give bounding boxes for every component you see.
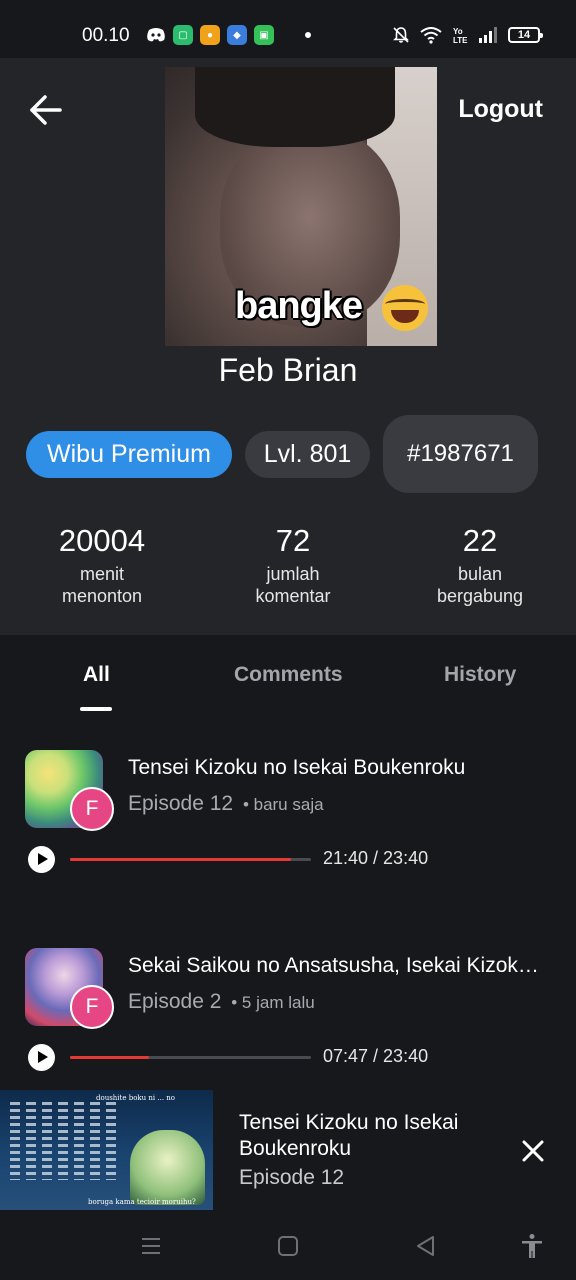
user-badge: F: [70, 985, 114, 1029]
back-icon[interactable]: [412, 1232, 440, 1260]
active-tab-indicator: [80, 707, 112, 711]
stat-comments: 72 jumlah komentar: [203, 523, 383, 607]
notification-icons: ▢ ● ◆ ▣: [146, 25, 311, 45]
tab-history[interactable]: History: [444, 663, 516, 687]
accessibility-icon[interactable]: [518, 1232, 546, 1260]
stat-label: bulan bergabung: [436, 564, 524, 606]
thumbnail-subtitle-top: doushite boku ni ... no: [96, 1094, 175, 1102]
thumbnail-subtitle-bottom: boruga kama tecioir moruihu?: [88, 1198, 196, 1206]
stat-value: 72: [275, 523, 311, 558]
stat-label: jumlah komentar: [255, 564, 331, 606]
app-green2-icon: ▣: [254, 25, 274, 45]
signal-icon: [479, 27, 497, 43]
time-ago: • baru saja: [242, 795, 324, 814]
tab-comments[interactable]: Comments: [234, 663, 343, 687]
progress-bar[interactable]: [70, 1056, 311, 1059]
battery-icon: 14: [508, 27, 543, 43]
episode-label: Episode 2: [128, 990, 222, 1013]
wifi-icon: [420, 26, 442, 44]
close-icon[interactable]: [516, 1134, 550, 1168]
status-bar: 00.10 ▢ ● ◆ ▣ Yo LTE 14: [0, 0, 576, 58]
episode-meta: Episode 12 • baru saja: [128, 792, 324, 816]
mini-player-thumbnail[interactable]: doushite boku ni ... no boruga kama teci…: [0, 1090, 213, 1210]
svg-text:Yo: Yo: [453, 27, 463, 36]
app-green-icon: ▢: [173, 25, 193, 45]
progress-bar[interactable]: [70, 858, 311, 861]
recent-apps-icon[interactable]: [137, 1232, 165, 1260]
back-arrow-icon[interactable]: [26, 90, 66, 130]
episode-label: Episode 12: [128, 792, 234, 815]
play-icon[interactable]: [28, 1044, 55, 1071]
stat-minutes-watched: 20004 menit menonton: [12, 523, 192, 607]
profile-name: Feb Brian: [218, 352, 358, 388]
stat-value: 20004: [58, 523, 146, 558]
user-id-badge: #1987671: [383, 415, 538, 493]
app-orange-icon: ●: [200, 25, 220, 45]
app-blue-icon: ◆: [227, 25, 247, 45]
list-item[interactable]: F Sekai Saikou no Ansatsusha, Isekai Kiz…: [0, 948, 576, 1088]
avatar-caption: bangke: [235, 285, 363, 327]
svg-text:LTE: LTE: [453, 36, 468, 45]
profile-header: Logout bangke Feb Brian Wibu Premium Lvl…: [0, 58, 576, 635]
time-ago: • 5 jam lalu: [231, 993, 315, 1012]
episode-meta: Episode 2 • 5 jam lalu: [128, 990, 315, 1014]
profile-tabs: All Comments History: [0, 635, 576, 711]
stat-label: menit menonton: [61, 564, 143, 606]
mute-bell-icon: [393, 27, 409, 43]
system-icons: Yo LTE 14: [392, 25, 543, 45]
more-notifications-dot: [305, 32, 311, 38]
mini-player-title: Tensei Kizoku no Isekai Boukenroku: [239, 1111, 459, 1160]
list-item[interactable]: F Tensei Kizoku no Isekai Boukenroku Epi…: [0, 750, 576, 890]
volte-icon: YoLTE: [453, 27, 468, 45]
anime-title: Tensei Kizoku no Isekai Boukenroku: [128, 756, 466, 779]
progress-time: 21:40 / 23:40: [323, 848, 429, 868]
mini-player[interactable]: doushite boku ni ... no boruga kama teci…: [0, 1090, 576, 1210]
tab-all[interactable]: All: [83, 663, 110, 687]
logout-button[interactable]: Logout: [458, 95, 543, 124]
progress-time: 07:47 / 23:40: [323, 1046, 429, 1066]
play-icon[interactable]: [28, 846, 55, 873]
stat-value: 22: [462, 523, 498, 558]
stat-months-joined: 22 bulan bergabung: [390, 523, 570, 607]
user-badge: F: [70, 787, 114, 831]
status-time: 00.10: [82, 25, 130, 46]
discord-icon: [147, 28, 165, 42]
home-icon[interactable]: [274, 1232, 302, 1260]
laughing-emoji-icon: [382, 285, 428, 331]
mini-player-episode: Episode 12: [239, 1166, 345, 1189]
level-badge: Lvl. 801: [245, 431, 370, 478]
anime-title: Sekai Saikou no Ansatsusha, Isekai Kizok…: [128, 954, 548, 977]
membership-badge: Wibu Premium: [26, 431, 232, 478]
system-nav-bar: [0, 1210, 576, 1280]
progress-fill: [70, 858, 291, 861]
profile-avatar[interactable]: bangke: [165, 67, 437, 346]
progress-fill: [70, 1056, 150, 1059]
